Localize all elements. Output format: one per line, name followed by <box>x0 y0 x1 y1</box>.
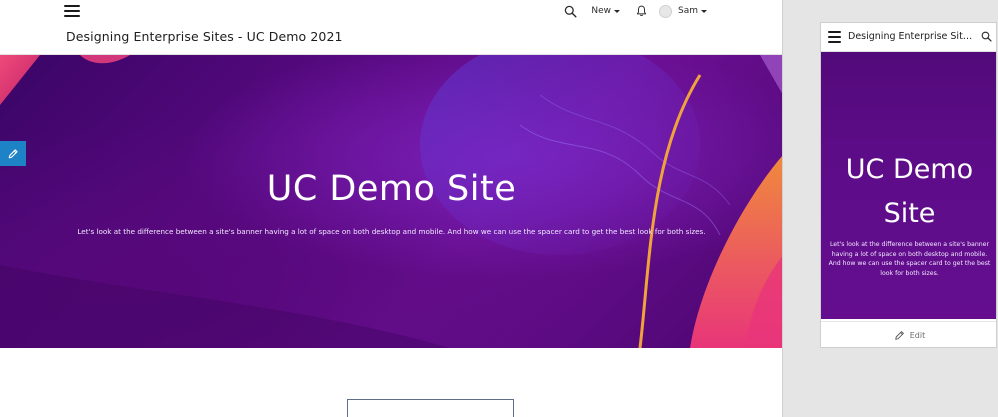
site-title[interactable]: Designing Enterprise Sites - UC Demo 202… <box>66 29 343 44</box>
mobile-banner-title: UC Demo Site <box>821 148 996 236</box>
mobile-preview: Designing Enterprise Site... UC Demo Sit… <box>820 22 997 348</box>
hamburger-icon[interactable] <box>828 31 841 43</box>
bell-icon[interactable] <box>636 5 647 17</box>
pencil-icon <box>895 331 904 340</box>
search-icon[interactable] <box>981 31 992 42</box>
mobile-header: Designing Enterprise Site... <box>821 23 996 52</box>
desktop-preview: Designing Enterprise Sites - UC Demo 202… <box>0 0 783 417</box>
mobile-banner: UC Demo Site Let's look at the differenc… <box>821 52 996 319</box>
hamburger-icon[interactable] <box>64 5 80 17</box>
mobile-site-title[interactable]: Designing Enterprise Site... <box>848 31 973 42</box>
banner-description: Let's look at the difference between a s… <box>77 227 706 236</box>
pencil-icon <box>8 148 18 158</box>
new-label: New <box>591 6 611 16</box>
mobile-banner-title-line2: Site <box>883 198 936 229</box>
mobile-banner-title-line1: UC Demo <box>845 154 974 185</box>
edit-label: Edit <box>909 331 926 340</box>
caret-down-icon <box>614 9 620 13</box>
spacer-card[interactable] <box>347 399 514 417</box>
user-menu[interactable]: Sam <box>659 4 707 18</box>
mobile-edit-button[interactable]: Edit <box>821 321 996 347</box>
mobile-banner-description: Let's look at the difference between a s… <box>828 241 991 277</box>
header-actions: New Sam <box>564 4 707 18</box>
new-menu-button[interactable]: New <box>591 6 620 16</box>
search-icon[interactable] <box>564 5 577 18</box>
avatar <box>659 4 672 18</box>
desktop-banner: UC Demo Site Let's look at the differenc… <box>0 55 782 348</box>
edit-banner-button[interactable] <box>0 141 26 166</box>
user-name: Sam <box>678 6 698 16</box>
banner-title: UC Demo Site <box>266 169 517 209</box>
caret-down-icon <box>701 9 707 13</box>
desktop-header: Designing Enterprise Sites - UC Demo 202… <box>0 0 782 55</box>
